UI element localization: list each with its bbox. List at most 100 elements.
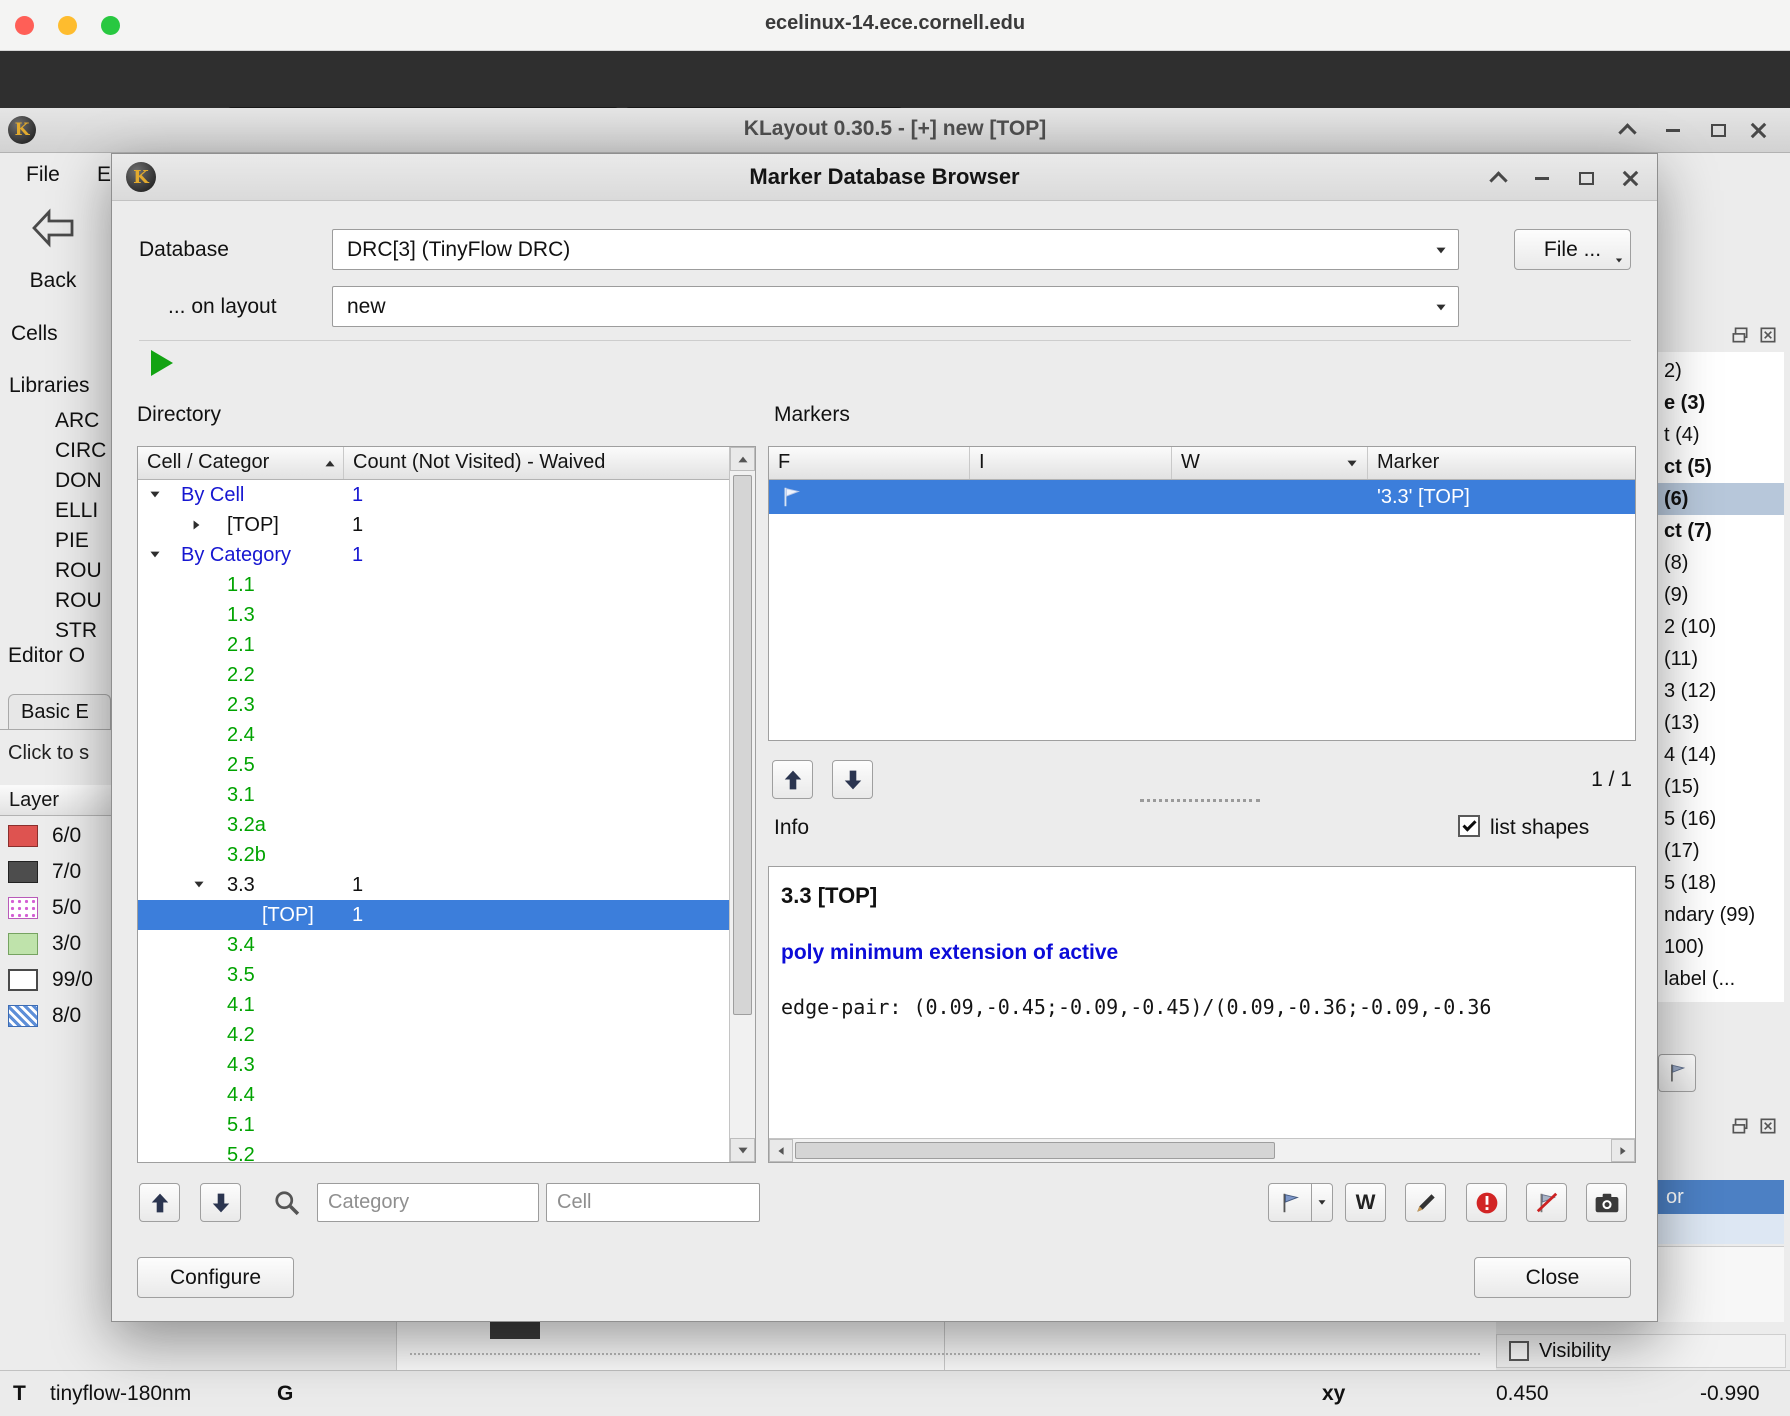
dialog-minimize-button[interactable] xyxy=(1522,160,1562,196)
layer-swatch[interactable] xyxy=(8,1005,38,1027)
column-flag[interactable]: F xyxy=(769,447,970,479)
unflag-marker-button[interactable] xyxy=(1526,1183,1567,1222)
layer-row[interactable]: 6/0 xyxy=(0,818,126,854)
expand-icon[interactable] xyxy=(150,552,159,558)
tree-row[interactable]: 2.4 xyxy=(138,720,729,750)
cell-list-item[interactable]: (13) xyxy=(1658,707,1784,739)
tree-row[interactable]: 3.2a xyxy=(138,810,729,840)
database-select[interactable]: DRC[3] (TinyFlow DRC) xyxy=(332,229,1459,270)
library-item[interactable]: CIRC xyxy=(0,436,111,466)
layer-row[interactable]: 8/0 xyxy=(0,998,126,1034)
list-shapes-label[interactable]: list shapes xyxy=(1490,816,1589,840)
tree-row[interactable]: By Cell1 xyxy=(138,480,729,510)
dock-float-icon[interactable] xyxy=(1730,325,1750,350)
panel-row[interactable] xyxy=(1658,1214,1784,1244)
tree-row[interactable]: 3.31 xyxy=(138,870,729,900)
tree-row[interactable]: 2.1 xyxy=(138,630,729,660)
cell-list-item[interactable]: (8) xyxy=(1658,547,1784,579)
scroll-left-icon[interactable] xyxy=(769,1139,793,1162)
layer-swatch[interactable] xyxy=(8,825,38,847)
cell-list-item[interactable]: 5 (16) xyxy=(1658,803,1784,835)
layer-swatch[interactable] xyxy=(8,861,38,883)
rerun-button[interactable] xyxy=(151,350,173,376)
library-item[interactable]: ROU xyxy=(0,586,111,616)
tree-row[interactable]: 5.1 xyxy=(138,1110,729,1140)
layer-swatch[interactable] xyxy=(8,933,38,955)
panel-button[interactable] xyxy=(1658,1054,1696,1092)
cell-list-item[interactable]: 5 (18) xyxy=(1658,867,1784,899)
waive-button[interactable]: W xyxy=(1345,1183,1386,1222)
splitter-handle[interactable] xyxy=(1140,799,1260,802)
library-item[interactable]: STR xyxy=(0,616,111,646)
scrollbar-thumb[interactable] xyxy=(795,1142,1275,1159)
scrollbar-thumb[interactable] xyxy=(733,475,752,1015)
tree-row[interactable]: 1.3 xyxy=(138,600,729,630)
cell-list-item[interactable]: 3 (12) xyxy=(1658,675,1784,707)
cell-list-item[interactable]: (6) xyxy=(1658,483,1784,515)
window-shade-button[interactable] xyxy=(1609,111,1645,149)
cell-list-item[interactable]: label (... xyxy=(1658,963,1784,995)
dialog-titlebar[interactable]: K Marker Database Browser xyxy=(112,154,1657,201)
cell-list-item[interactable]: (15) xyxy=(1658,771,1784,803)
snapshot-button[interactable] xyxy=(1586,1183,1627,1222)
cell-list-item[interactable]: 2) xyxy=(1658,355,1784,387)
dialog-maximize-button[interactable] xyxy=(1566,160,1606,196)
library-item[interactable]: ARC xyxy=(0,406,111,436)
menu-file[interactable]: File xyxy=(26,163,60,187)
tree-row[interactable]: 2.2 xyxy=(138,660,729,690)
layer-swatch[interactable] xyxy=(8,969,38,991)
layer-row[interactable]: 3/0 xyxy=(0,926,126,962)
tree-row[interactable]: 1.1 xyxy=(138,570,729,600)
scroll-right-icon[interactable] xyxy=(1611,1139,1635,1162)
window-maximize-button[interactable] xyxy=(1700,111,1736,149)
flag-dropdown-button[interactable] xyxy=(1312,1183,1333,1222)
tab-basic-editing[interactable]: Basic E xyxy=(8,694,111,730)
layout-canvas[interactable] xyxy=(397,1322,1496,1370)
cell-list-item[interactable]: t (4) xyxy=(1658,419,1784,451)
marker-row-selected[interactable]: '3.3' [TOP] xyxy=(769,480,1635,514)
flag-marker-button[interactable] xyxy=(1268,1183,1312,1222)
dock-close-icon[interactable] xyxy=(1758,1116,1778,1141)
visibility-checkbox[interactable] xyxy=(1509,1341,1529,1361)
dock-close-icon[interactable] xyxy=(1758,325,1778,350)
column-marker[interactable]: Marker xyxy=(1368,447,1635,479)
important-marker-button[interactable] xyxy=(1466,1183,1507,1222)
tree-row[interactable]: [TOP]1 xyxy=(138,510,729,540)
layer-row[interactable]: 5/0 xyxy=(0,890,126,926)
column-cell-category[interactable]: Cell / Categor xyxy=(138,447,344,479)
list-shapes-checkbox[interactable] xyxy=(1458,815,1480,837)
scroll-down-icon[interactable] xyxy=(730,1138,755,1162)
info-hscrollbar[interactable] xyxy=(769,1138,1635,1162)
tree-row[interactable]: 4.3 xyxy=(138,1050,729,1080)
down-category-button[interactable] xyxy=(200,1183,241,1222)
cell-list-item[interactable]: (11) xyxy=(1658,643,1784,675)
layer-swatch[interactable] xyxy=(8,897,38,919)
layer-row[interactable]: 99/0 xyxy=(0,962,126,998)
configure-button[interactable]: Configure xyxy=(137,1257,294,1298)
cell-list-item[interactable]: ct (7) xyxy=(1658,515,1784,547)
cell-list-item[interactable]: (9) xyxy=(1658,579,1784,611)
layout-select[interactable]: new xyxy=(332,286,1459,327)
back-icon[interactable] xyxy=(30,208,76,253)
library-item[interactable]: DON xyxy=(0,466,111,496)
cell-list-item[interactable]: e (3) xyxy=(1658,387,1784,419)
tree-row[interactable]: 2.3 xyxy=(138,690,729,720)
visibility-row[interactable]: Visibility xyxy=(1496,1334,1786,1368)
tree-row[interactable]: 3.2b xyxy=(138,840,729,870)
library-item[interactable]: ELLI xyxy=(0,496,111,526)
expand-icon[interactable] xyxy=(150,492,159,498)
cell-list-item[interactable]: (17) xyxy=(1658,835,1784,867)
window-minimize-button[interactable] xyxy=(1655,111,1691,149)
edit-marker-button[interactable] xyxy=(1405,1183,1446,1222)
up-category-button[interactable] xyxy=(139,1183,180,1222)
cell-list-item[interactable]: 2 (10) xyxy=(1658,611,1784,643)
tree-row[interactable]: 3.5 xyxy=(138,960,729,990)
library-item[interactable]: PIE xyxy=(0,526,111,556)
library-item[interactable]: ROU xyxy=(0,556,111,586)
dialog-close-button[interactable] xyxy=(1610,160,1650,196)
scroll-up-icon[interactable] xyxy=(730,447,755,471)
file-menu-button[interactable]: File ... xyxy=(1514,229,1631,270)
cell-list-item[interactable]: 100) xyxy=(1658,931,1784,963)
dialog-shade-button[interactable] xyxy=(1478,160,1518,196)
back-button-label[interactable]: Back xyxy=(20,269,86,293)
